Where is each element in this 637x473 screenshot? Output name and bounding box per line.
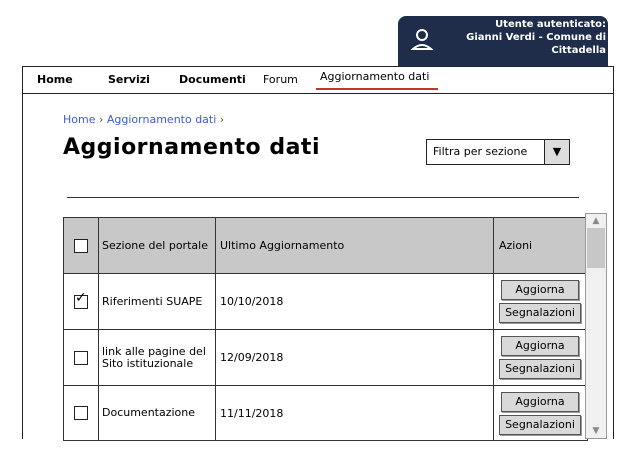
aggiorna-button[interactable]: Aggiorna [501,280,579,300]
breadcrumb-separator: › [216,113,225,126]
row-sezione: Riferimenti SUAPE [99,274,216,329]
scroll-down-icon[interactable]: ▼ [586,424,606,438]
table-row: Documentazione 11/11/2018 Aggiorna Segna… [64,386,587,440]
page-title: Aggiornamento dati [63,135,320,160]
select-all-checkbox[interactable] [74,238,88,253]
filter-label: Filtra per sezione [433,145,528,158]
aggiorna-button[interactable]: Aggiorna [501,391,579,412]
user-city: Cittadella [551,45,606,56]
header-ultimo-aggiornamento: Ultimo Aggiornamento [216,218,494,273]
segnalazioni-button[interactable]: Segnalazioni [499,303,581,323]
row-checkbox[interactable] [74,350,88,365]
row-data: 10/10/2018 [216,274,494,329]
nav-documenti[interactable]: Documenti [179,73,246,86]
user-info: Utente autenticato: Gianni Verdi - Comun… [446,18,606,57]
scroll-up-icon[interactable]: ▲ [586,214,606,228]
segnalazioni-button[interactable]: Segnalazioni [499,414,581,435]
row-checkbox-cell [64,274,99,329]
user-label: Utente autenticato: [495,19,606,30]
vertical-scrollbar[interactable]: ▲ ▼ [585,213,607,439]
user-icon [410,29,434,50]
row-actions: Aggiorna Segnalazioni [494,274,587,329]
row-sezione: link alle pagine del Sito istituzionale [99,330,216,385]
row-checkbox[interactable] [74,406,88,420]
aggiorna-button[interactable]: Aggiorna [501,336,579,356]
nav-home[interactable]: Home [37,73,73,86]
breadcrumb-separator: › [95,113,107,126]
row-checkbox-cell [64,386,99,440]
segnalazioni-button[interactable]: Segnalazioni [499,359,581,379]
filter-select[interactable]: Filtra per sezione ▼ [426,139,570,165]
table-row: link alle pagine del Sito istituzionale … [64,330,587,386]
row-checkbox[interactable] [74,290,88,309]
nav-forum[interactable]: Forum [263,73,298,86]
breadcrumb: Home › Aggiornamento dati › [63,113,224,126]
breadcrumb-home[interactable]: Home [63,113,95,126]
main-nav: Home Servizi Documenti Forum Aggiornamen… [23,67,613,94]
row-checkbox-cell [64,330,99,385]
row-actions: Aggiorna Segnalazioni [494,330,587,385]
data-table: Sezione del portale Ultimo Aggiornamento… [63,217,588,441]
header-checkbox-cell [64,218,99,273]
row-sezione: Documentazione [99,386,216,440]
row-data: 12/09/2018 [216,330,494,385]
nav-aggiornamento-dati[interactable]: Aggiornamento dati [320,70,429,83]
scroll-thumb[interactable] [587,228,605,268]
app-window: Home Servizi Documenti Forum Aggiornamen… [22,66,614,441]
active-tab-indicator [316,88,438,90]
table-header-row: Sezione del portale Ultimo Aggiornamento… [64,218,587,274]
header-sezione: Sezione del portale [99,218,216,273]
nav-servizi[interactable]: Servizi [108,73,150,86]
chevron-down-icon[interactable]: ▼ [544,140,569,164]
divider [67,197,579,198]
row-data: 11/11/2018 [216,386,494,440]
header-azioni: Azioni [499,239,533,252]
row-actions: Aggiorna Segnalazioni [494,386,587,440]
breadcrumb-current[interactable]: Aggiornamento dati [107,113,216,126]
user-name: Gianni Verdi - Comune di [466,32,606,43]
user-panel: Utente autenticato: Gianni Verdi - Comun… [398,16,608,68]
table-row: Riferimenti SUAPE 10/10/2018 Aggiorna Se… [64,274,587,330]
